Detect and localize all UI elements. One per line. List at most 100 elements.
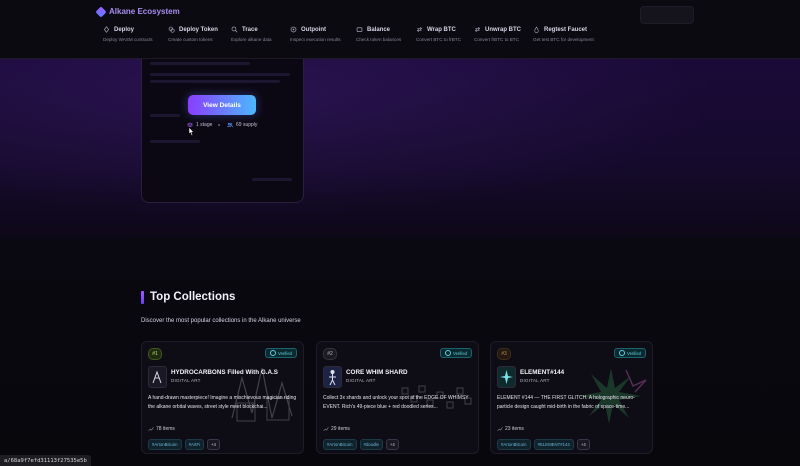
nav-item-outpoint[interactable]: Outpoint Inspect execution results [290, 26, 341, 43]
tag[interactable]: #ArtonBitcoin [148, 439, 182, 450]
faucet-icon [534, 26, 539, 33]
faint-text-line [150, 114, 180, 117]
verified-check-icon [445, 350, 452, 356]
verified-badge: Verified [440, 348, 472, 358]
items-text: 29 items [331, 426, 350, 432]
more-tags-badge[interactable]: +4 [385, 439, 399, 450]
items-text: 23 items [505, 426, 524, 432]
nav-sublabel: Check token balances [356, 37, 402, 42]
collection-thumbnail [323, 366, 342, 388]
nav-label: Deploy [114, 26, 135, 33]
items-count: 29 items [323, 426, 350, 432]
target-icon [290, 26, 297, 33]
nav-label: Balance [367, 26, 391, 33]
separator-dot [218, 124, 220, 126]
faint-text-line [150, 140, 200, 143]
tag-list: #ArtonBitcoin #ELEMENT#144 +4 [497, 439, 590, 450]
tag[interactable]: #ArtFi [184, 439, 205, 450]
token-icon [168, 26, 175, 33]
nav-label: Unwrap BTC [485, 26, 521, 33]
nav-item-deploy[interactable]: Deploy Deploy WASM contracts [103, 26, 153, 42]
card-background-art [401, 385, 472, 409]
nav-label: Deploy Token [179, 26, 218, 33]
brand-mark-icon [95, 5, 107, 18]
collection-description: A hand-drawn masterpiece! Imagine a misc… [148, 395, 297, 410]
brand-name: Alkane Ecosystem [109, 7, 180, 16]
wallet-icon [356, 27, 363, 32]
nav-item-deploy-token[interactable]: Deploy Token Create custom tokens [168, 26, 218, 43]
nav-item-regtest-faucet[interactable]: Regtest Faucet Get test BTC for developm… [533, 26, 594, 42]
supply-text: 69 supply [236, 122, 258, 128]
users-icon [227, 122, 233, 128]
faint-text-line [150, 62, 250, 65]
nav-label: Outpoint [301, 26, 326, 33]
collection-name[interactable]: CORE WHIM SHARD [346, 369, 408, 376]
nav-item-unwrap-btc[interactable]: Unwrap BTC Convert frBTC to BTC [474, 26, 521, 43]
tag[interactable]: #doodle [359, 439, 383, 450]
collection-name[interactable]: HYDROCARBONS Filled With G.A.S [171, 369, 278, 376]
tag-list: #ArtonBitcoin #doodle +4 [323, 439, 399, 450]
section-accent-bar [141, 291, 144, 304]
nav-item-trace[interactable]: Trace Explore alkane data [231, 26, 272, 43]
nav-item-balance[interactable]: Balance Check token balances [356, 26, 402, 43]
hero-glow [0, 58, 800, 238]
collection-card[interactable]: #2 Verified CORE WHIM SHARD DIGITAL ART … [316, 341, 479, 454]
nav-sublabel: Convert BTC to frBTC [416, 37, 461, 42]
connect-wallet-button[interactable] [640, 6, 694, 24]
rank-badge: #1 [148, 348, 162, 360]
collection-name[interactable]: ELEMENT#144 [520, 369, 564, 376]
swap-icon [474, 26, 481, 33]
supply-meta: 69 supply [227, 122, 257, 128]
nav-sublabel: Explore alkane data [231, 37, 272, 42]
verified-label: Verified [627, 350, 641, 356]
collection-thumbnail [497, 366, 516, 388]
sketch-art-icon [152, 370, 162, 384]
nav-sublabel: Deploy WASM contracts [103, 37, 153, 42]
more-tags-badge[interactable]: +4 [576, 439, 590, 450]
deploy-icon [103, 26, 110, 33]
tag-list: #ArtonBitcoin #ArtFi +4 [148, 439, 220, 450]
collection-description: ELEMENT #144 — THE FIRST GLITCH. A holog… [497, 395, 635, 410]
nav-item-wrap-btc[interactable]: Wrap BTC Convert BTC to frBTC [416, 26, 461, 43]
nav-sublabel: Convert frBTC to BTC [474, 37, 519, 42]
faint-text-line [150, 80, 280, 83]
nav-sublabel: Get test BTC for development [533, 37, 594, 42]
featured-token-card[interactable] [141, 58, 304, 203]
trend-icon [148, 427, 154, 432]
collection-category: DIGITAL ART [346, 378, 376, 383]
tag[interactable]: #ArtonBitcoin [497, 439, 531, 450]
items-count: 23 items [497, 426, 524, 432]
verified-badge: Verified [265, 348, 297, 358]
brand-logo[interactable]: Alkane Ecosystem [95, 5, 180, 18]
verified-check-icon [619, 350, 626, 356]
collection-category: DIGITAL ART [520, 378, 550, 383]
trend-icon [497, 427, 503, 432]
section-description: Discover the most popular collections in… [141, 318, 301, 324]
verified-label: Verified [278, 350, 292, 356]
tag[interactable]: #ArtonBitcoin [323, 439, 357, 450]
tag[interactable]: #ELEMENT#144 [533, 439, 574, 450]
collection-description: Collect 3x shards and unlock your spot a… [323, 395, 469, 410]
more-tags-badge[interactable]: +4 [207, 439, 220, 450]
verified-check-icon [270, 350, 277, 356]
verified-label: Verified [453, 350, 467, 356]
nav-label: Regtest Faucet [544, 26, 588, 33]
faint-text-line [252, 178, 292, 181]
nav-label: Trace [242, 26, 258, 33]
items-count: 78 items [148, 426, 175, 432]
figure-art-icon [329, 370, 336, 386]
collection-thumbnail [148, 366, 167, 388]
collection-card[interactable]: #1 Verified HYDROCARBONS Filled With G.A… [141, 341, 304, 454]
rank-badge: #3 [497, 348, 511, 360]
stage-text: 1 stage [196, 122, 213, 128]
faint-text-line [150, 73, 290, 76]
browser-status-url: a/68a9f7efd31113f27535e5b [0, 455, 91, 466]
nav-sublabel: Create custom tokens [168, 37, 213, 42]
nav-sublabel: Inspect execution results [290, 37, 341, 42]
collection-card[interactable]: #3 Verified ELEMENT#144 DIGITAL ART ELEM… [490, 341, 653, 454]
view-details-button[interactable]: View Details [188, 95, 256, 115]
search-icon [231, 26, 238, 33]
swap-icon [416, 26, 423, 33]
mouse-cursor-icon [188, 126, 195, 137]
trend-icon [323, 427, 329, 432]
